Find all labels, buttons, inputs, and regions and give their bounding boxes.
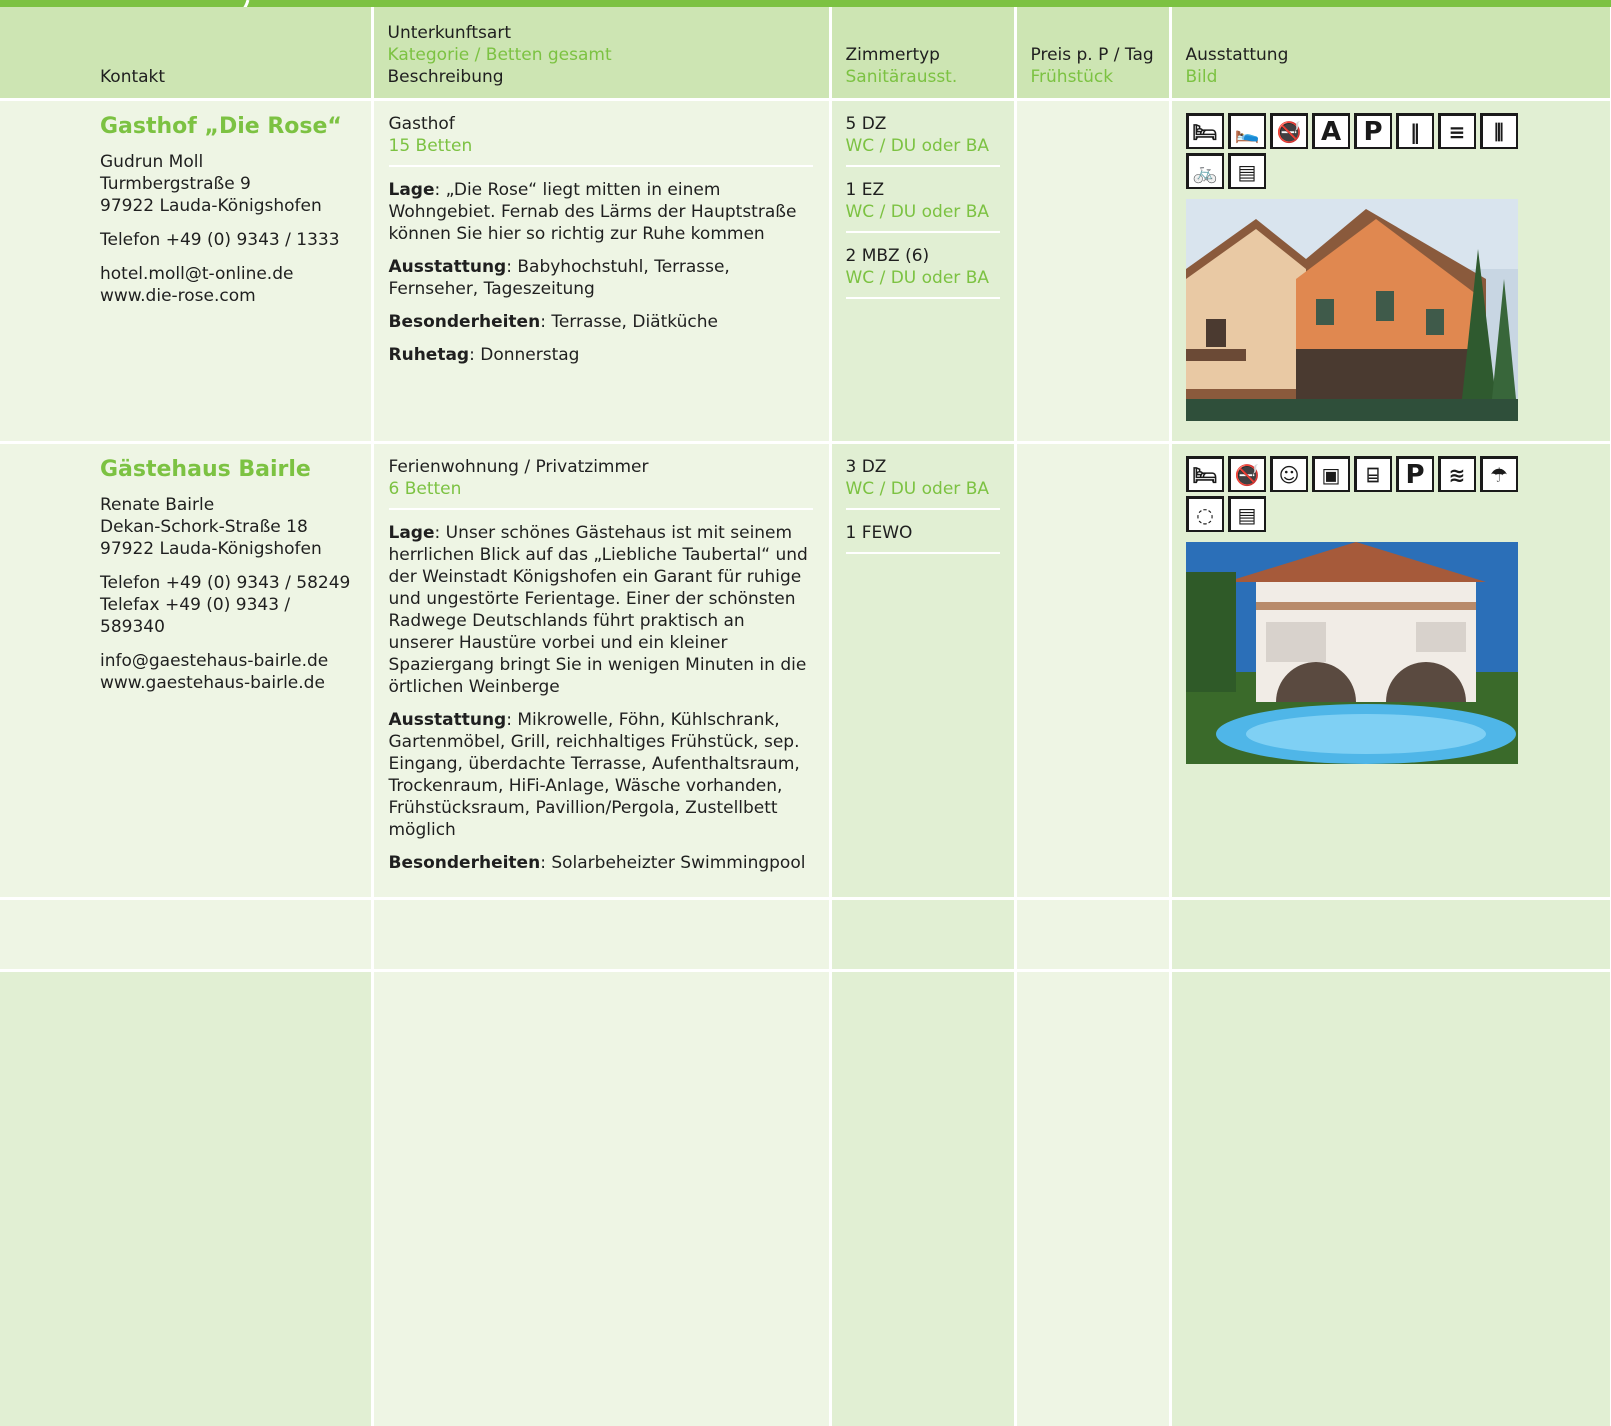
bed-count: 15 Betten — [388, 136, 473, 156]
header-unterkunftsart: Unterkunftsart — [387, 23, 511, 43]
rooms-cell: 3 DZ WC / DU oder BA 1 FEWO — [830, 442, 1017, 900]
category-block: Gasthof 15 Betten — [388, 113, 813, 167]
listing-name: Gästehaus Bairle — [100, 457, 311, 482]
header-preis-col: Preis p. P / Tag Frühstück — [1015, 7, 1172, 101]
room-entry: 5 DZ WC / DU oder BA — [845, 113, 1000, 167]
header-ausstattung-col: Ausstattung Bild — [1170, 7, 1611, 101]
equipment-cell: 🛏 🛌 🚭 A P ‖ ≡ ⫼ 🚲 ▤ — [1170, 99, 1611, 444]
amenity-icons: 🛏 🚭 ☺ ▣ ⌸ P ≋ ☂ ◌ ▤ — [1185, 456, 1526, 532]
header-kategorie: Kategorie / Betten gesamt — [387, 45, 612, 65]
kitchen-icon: ≡ — [1437, 113, 1476, 149]
listing-row-rose: Gasthof „Die Rose“ Gudrun Moll Turmbergs… — [0, 99, 1611, 444]
street: Turmbergstraße 9 — [100, 174, 251, 194]
parking-icon: P — [1353, 113, 1392, 149]
address-block: Renate Bairle Dekan-Schork-Straße 18 979… — [100, 494, 357, 560]
photo-gaestehaus-bairle — [1185, 542, 1518, 764]
ausstattung-paragraph: Ausstattung: Babyhochstuhl, Terrasse, Fe… — [388, 257, 730, 299]
no-smoking-bed-icon: 🚭 — [1227, 456, 1266, 492]
tv-icon: ▣ — [1311, 456, 1350, 492]
listing-name: Gasthof „Die Rose“ — [100, 114, 342, 139]
besonderheiten-paragraph: Besonderheiten: Terrasse, Diätküche — [388, 312, 718, 332]
address-block: Gudrun Moll Turmbergstraße 9 97922 Lauda… — [100, 151, 357, 217]
room-entry: 3 DZ WC / DU oder BA — [845, 456, 1000, 510]
fax: Telefax +49 (0) 9343 / 589340 — [100, 595, 291, 637]
child-icon: ☺ — [1269, 456, 1308, 492]
lage-paragraph: Lage: „Die Rose“ liegt mitten in einem W… — [388, 180, 797, 244]
price-cell — [1015, 442, 1172, 900]
city: 97922 Lauda-Königshofen — [100, 196, 322, 216]
description-cell: Ferienwohnung / Privatzimmer 6 Betten La… — [372, 442, 832, 900]
lage-paragraph: Lage: Unser schönes Gästehaus ist mit se… — [388, 523, 808, 697]
web-link[interactable]: www.die-rose.com — [100, 285, 357, 307]
accommodation-type: Ferienwohnung / Privatzimmer — [388, 457, 649, 477]
letter-a-icon: A — [1311, 113, 1350, 149]
contact-cell: Gasthof „Die Rose“ Gudrun Moll Turmbergs… — [0, 99, 374, 444]
header-beschreibung: Beschreibung — [387, 67, 504, 87]
listing-row-bairle: Gästehaus Bairle Renate Bairle Dekan-Sch… — [0, 442, 1611, 900]
room-entry: 1 EZ WC / DU oder BA — [845, 179, 1000, 233]
room-entry: 2 MBZ (6) WC / DU oder BA — [845, 245, 1000, 299]
ausstattung-paragraph: Ausstattung: Mikrowelle, Föhn, Kühlschra… — [388, 710, 800, 840]
header-kontakt: Kontakt — [0, 7, 374, 101]
baby-bed-icon: 🛌 — [1227, 113, 1266, 149]
rooms-cell: 5 DZ WC / DU oder BA 1 EZ WC / DU oder B… — [830, 99, 1017, 444]
restaurant-icon: ⫼ — [1479, 113, 1518, 149]
info-board-icon: ▤ — [1227, 153, 1266, 189]
bicycle-icon: 🚲 — [1185, 153, 1224, 189]
accommodation-type: Gasthof — [388, 114, 455, 134]
email-link[interactable]: hotel.moll@t-online.de — [100, 263, 357, 285]
tv-bed-icon: 🛏 — [1185, 113, 1224, 149]
city: 97922 Lauda-Königshofen — [100, 539, 322, 559]
room-entry: 1 FEWO — [845, 522, 1000, 554]
contact-person: Renate Bairle — [100, 495, 215, 515]
header-bild: Bild — [1185, 67, 1218, 87]
sunbed-icon: ☂ — [1479, 456, 1518, 492]
bed-count: 6 Betten — [388, 479, 462, 499]
luggage-icon: ⌸ — [1353, 456, 1392, 492]
ruhetag-paragraph: Ruhetag: Donnerstag — [388, 345, 580, 365]
contact-cell: Gästehaus Bairle Renate Bairle Dekan-Sch… — [0, 442, 374, 900]
wheelchair-icon: ◌ — [1185, 496, 1224, 532]
header-unterkunft: Unterkunftsart Kategorie / Betten gesamt… — [372, 7, 832, 101]
accommodation-table: Kontakt Unterkunftsart Kategorie / Bette… — [0, 7, 1611, 1426]
pool-icon: ≋ — [1437, 456, 1476, 492]
header-preis: Preis p. P / Tag — [1030, 45, 1154, 65]
header-sanitaer: Sanitärausst. — [845, 67, 958, 87]
equipment-cell: 🛏 🚭 ☺ ▣ ⌸ P ≋ ☂ ◌ ▤ — [1170, 442, 1611, 900]
category-block: Ferienwohnung / Privatzimmer 6 Betten — [388, 456, 813, 510]
contact-person: Gudrun Moll — [100, 152, 204, 172]
phone: Telefon +49 (0) 9343 / 58249 — [100, 573, 351, 593]
info-board-icon: ▤ — [1227, 496, 1266, 532]
cutlery-icon: ‖ — [1395, 113, 1434, 149]
empty-row — [0, 898, 1611, 972]
no-smoking-bed-icon: 🚭 — [1269, 113, 1308, 149]
header-zimmertyp: Zimmertyp — [845, 45, 940, 65]
empty-row-2 — [0, 970, 1611, 1426]
tv-bed-icon: 🛏 — [1185, 456, 1224, 492]
header-zimmer: Zimmertyp Sanitärausst. — [830, 7, 1017, 101]
price-cell — [1015, 99, 1172, 444]
description-cell: Gasthof 15 Betten Lage: „Die Rose“ liegt… — [372, 99, 832, 444]
amenity-icons: 🛏 🛌 🚭 A P ‖ ≡ ⫼ 🚲 ▤ — [1185, 113, 1526, 189]
parking-icon: P — [1395, 456, 1434, 492]
header-row: Kontakt Unterkunftsart Kategorie / Bette… — [0, 7, 1611, 101]
header-ausstattung: Ausstattung — [1185, 45, 1289, 65]
web-link[interactable]: www.gaestehaus-bairle.de — [100, 672, 357, 694]
phone: Telefon +49 (0) 9343 / 1333 — [100, 230, 340, 250]
header-fruehstueck: Frühstück — [1030, 67, 1114, 87]
besonderheiten-paragraph: Besonderheiten: Solarbeheizter Swimmingp… — [388, 853, 806, 873]
street: Dekan-Schork-Straße 18 — [100, 517, 308, 537]
photo-gasthof-rose — [1185, 199, 1518, 421]
email-link[interactable]: info@gaestehaus-bairle.de — [100, 650, 357, 672]
